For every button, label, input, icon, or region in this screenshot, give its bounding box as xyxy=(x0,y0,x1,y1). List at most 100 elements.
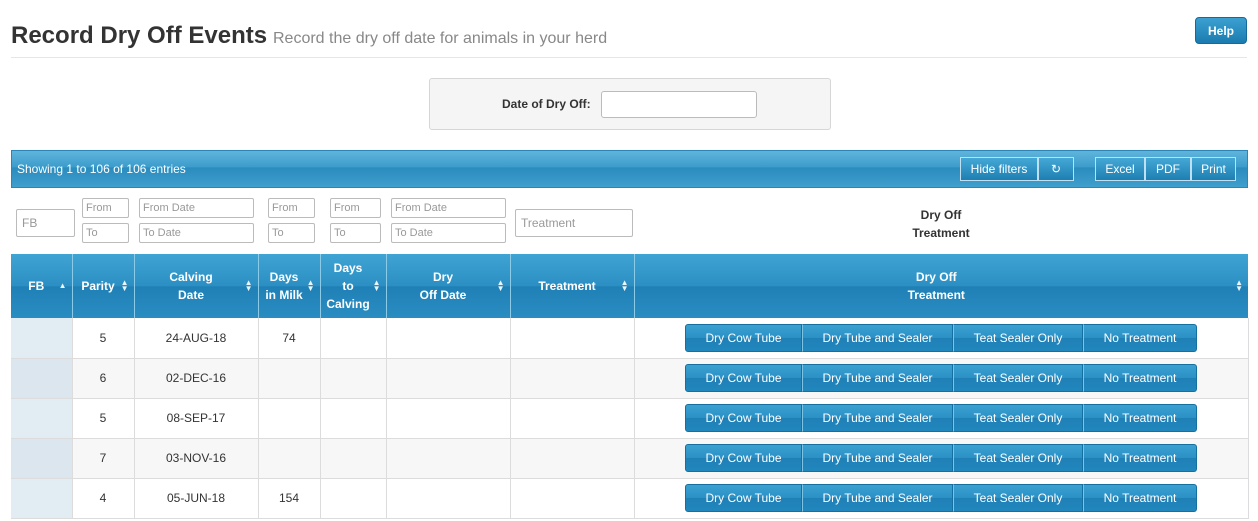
fb-cell xyxy=(11,398,73,439)
table-row: 4 05-JUN-18 154 Dry Cow Tube Dry Tube an… xyxy=(11,478,1249,519)
column-header-calving-date[interactable]: Calving Date ▲ ▼ xyxy=(134,254,259,318)
dry-tube-and-sealer-button[interactable]: Dry Tube and Sealer xyxy=(802,404,953,432)
dry-tube-and-sealer-button[interactable]: Dry Tube and Sealer xyxy=(802,323,953,352)
table-row: 5 24-AUG-18 74 Dry Cow Tube Dry Tube and… xyxy=(11,318,1249,359)
help-button[interactable]: Help xyxy=(1195,17,1247,44)
no-treatment-button[interactable]: No Treatment xyxy=(1083,484,1197,512)
teat-sealer-only-button[interactable]: Teat Sealer Only xyxy=(953,364,1083,392)
dry-off-date-cell xyxy=(386,318,511,359)
column-header-dry-off-treatment[interactable]: Dry Off Treatment ▲ ▼ xyxy=(634,254,1248,318)
parity-from-input[interactable] xyxy=(82,198,129,218)
refresh-icon: ↻ xyxy=(1050,162,1062,176)
dry-tube-and-sealer-button[interactable]: Dry Tube and Sealer xyxy=(802,484,953,512)
dry-off-to-date-input[interactable] xyxy=(391,223,506,243)
teat-sealer-only-button[interactable]: Teat Sealer Only xyxy=(953,444,1083,472)
fb-cell xyxy=(11,358,73,399)
fb-filter-input[interactable] xyxy=(16,209,75,237)
calving-to-date-input[interactable] xyxy=(139,223,254,243)
column-header-fb[interactable]: FB ▲ xyxy=(11,254,73,318)
calving-date-cell: 02-DEC-16 xyxy=(134,358,259,399)
fb-cell xyxy=(11,318,73,359)
days-in-milk-to-input[interactable] xyxy=(268,223,315,243)
page-subtitle: Record the dry off date for animals in y… xyxy=(273,30,608,47)
treatment-cell xyxy=(510,398,635,439)
column-header-treatment[interactable]: Treatment ▲ ▼ xyxy=(510,254,635,318)
days-to-calving-cell xyxy=(320,318,387,359)
no-treatment-button[interactable]: No Treatment xyxy=(1083,323,1197,352)
dry-off-table: FB ▲ Parity ▲ ▼ Calving Date ▲ ▼ Days in M… xyxy=(11,254,1249,519)
date-of-dry-off-panel: Date of Dry Off: xyxy=(429,78,831,130)
dry-cow-tube-button[interactable]: Dry Cow Tube xyxy=(685,444,802,472)
parity-cell: 5 xyxy=(72,398,135,439)
dry-off-treatment-filter-label: Dry Off Treatment xyxy=(912,208,970,240)
parity-cell: 7 xyxy=(72,438,135,479)
dry-off-treatment-cell: Dry Cow Tube Dry Tube and Sealer Teat Se… xyxy=(634,358,1249,399)
no-treatment-button[interactable]: No Treatment xyxy=(1083,364,1197,392)
teat-sealer-only-button[interactable]: Teat Sealer Only xyxy=(953,484,1083,512)
pdf-button[interactable]: PDF xyxy=(1145,157,1191,181)
table-toolbar: Showing 1 to 106 of 106 entries Hide fil… xyxy=(11,150,1248,188)
dry-off-date-cell xyxy=(386,398,511,439)
dry-off-date-cell xyxy=(386,358,511,399)
dry-off-from-date-input[interactable] xyxy=(391,198,506,218)
dry-cow-tube-button[interactable]: Dry Cow Tube xyxy=(685,484,802,512)
dry-tube-and-sealer-button[interactable]: Dry Tube and Sealer xyxy=(802,364,953,392)
dry-off-treatment-cell: Dry Cow Tube Dry Tube and Sealer Teat Se… xyxy=(634,318,1249,359)
column-filters: Dry Off Treatment xyxy=(11,195,1248,251)
calving-date-cell: 05-JUN-18 xyxy=(134,478,259,519)
sort-icon: ▲ ▼ xyxy=(372,278,381,293)
sort-icon: ▲ ▼ xyxy=(496,278,505,293)
dry-off-treatment-cell: Dry Cow Tube Dry Tube and Sealer Teat Se… xyxy=(634,478,1249,519)
treatment-cell xyxy=(510,478,635,519)
sort-icon: ▲ ▼ xyxy=(620,278,629,293)
treatment-cell xyxy=(510,358,635,399)
no-treatment-button[interactable]: No Treatment xyxy=(1083,404,1197,432)
days-in-milk-cell xyxy=(258,398,321,439)
table-row: 6 02-DEC-16 Dry Cow Tube Dry Tube and Se… xyxy=(11,358,1249,399)
page-title: Record Dry Off Events xyxy=(11,22,268,49)
dry-cow-tube-button[interactable]: Dry Cow Tube xyxy=(685,364,802,392)
column-header-days-to-calving[interactable]: Days to Calving ▲ ▼ xyxy=(320,254,387,318)
days-in-milk-from-input[interactable] xyxy=(268,198,315,218)
days-to-calving-from-input[interactable] xyxy=(330,198,381,218)
treatment-cell xyxy=(510,318,635,359)
hide-filters-button[interactable]: Hide filters xyxy=(960,157,1038,181)
teat-sealer-only-button[interactable]: Teat Sealer Only xyxy=(953,404,1083,432)
treatment-button-group: Dry Cow Tube Dry Tube and Sealer Teat Se… xyxy=(685,364,1197,392)
calving-date-cell: 08-SEP-17 xyxy=(134,398,259,439)
days-to-calving-cell xyxy=(320,398,387,439)
calving-date-cell: 24-AUG-18 xyxy=(134,318,259,359)
parity-cell: 6 xyxy=(72,358,135,399)
column-header-days-in-milk[interactable]: Days in Milk ▲ ▼ xyxy=(258,254,321,318)
dry-cow-tube-button[interactable]: Dry Cow Tube xyxy=(685,323,802,352)
refresh-button[interactable]: ↻ xyxy=(1038,157,1074,181)
no-treatment-button[interactable]: No Treatment xyxy=(1083,444,1197,472)
treatment-button-group: Dry Cow Tube Dry Tube and Sealer Teat Se… xyxy=(685,323,1197,352)
parity-cell: 5 xyxy=(72,318,135,359)
parity-to-input[interactable] xyxy=(82,223,129,243)
days-to-calving-to-input[interactable] xyxy=(330,223,381,243)
page-header: Record Dry Off Events Record the dry off… xyxy=(11,17,1247,58)
dry-off-treatment-cell: Dry Cow Tube Dry Tube and Sealer Teat Se… xyxy=(634,438,1249,479)
column-header-parity[interactable]: Parity ▲ ▼ xyxy=(72,254,135,318)
date-of-dry-off-label: Date of Dry Off: xyxy=(502,97,591,111)
sort-icon: ▲ ▼ xyxy=(244,278,253,293)
days-in-milk-cell: 154 xyxy=(258,478,321,519)
excel-button[interactable]: Excel xyxy=(1095,157,1145,181)
treatment-button-group: Dry Cow Tube Dry Tube and Sealer Teat Se… xyxy=(685,404,1197,432)
sort-icon: ▲ ▼ xyxy=(1235,278,1243,293)
calving-from-date-input[interactable] xyxy=(139,198,254,218)
days-in-milk-cell xyxy=(258,358,321,399)
teat-sealer-only-button[interactable]: Teat Sealer Only xyxy=(953,323,1083,352)
calving-date-cell: 03-NOV-16 xyxy=(134,438,259,479)
date-of-dry-off-input[interactable] xyxy=(601,91,757,118)
treatment-filter-input[interactable] xyxy=(515,209,633,237)
print-button[interactable]: Print xyxy=(1191,157,1236,181)
dry-cow-tube-button[interactable]: Dry Cow Tube xyxy=(685,404,802,432)
sort-icon: ▲ ▼ xyxy=(120,278,129,293)
treatment-button-group: Dry Cow Tube Dry Tube and Sealer Teat Se… xyxy=(685,444,1197,472)
dry-tube-and-sealer-button[interactable]: Dry Tube and Sealer xyxy=(802,444,953,472)
column-header-dry-off-date[interactable]: Dry Off Date ▲ ▼ xyxy=(386,254,511,318)
table-header-row: FB ▲ Parity ▲ ▼ Calving Date ▲ ▼ Days in M… xyxy=(11,254,1248,318)
table-row: 5 08-SEP-17 Dry Cow Tube Dry Tube and Se… xyxy=(11,398,1249,439)
